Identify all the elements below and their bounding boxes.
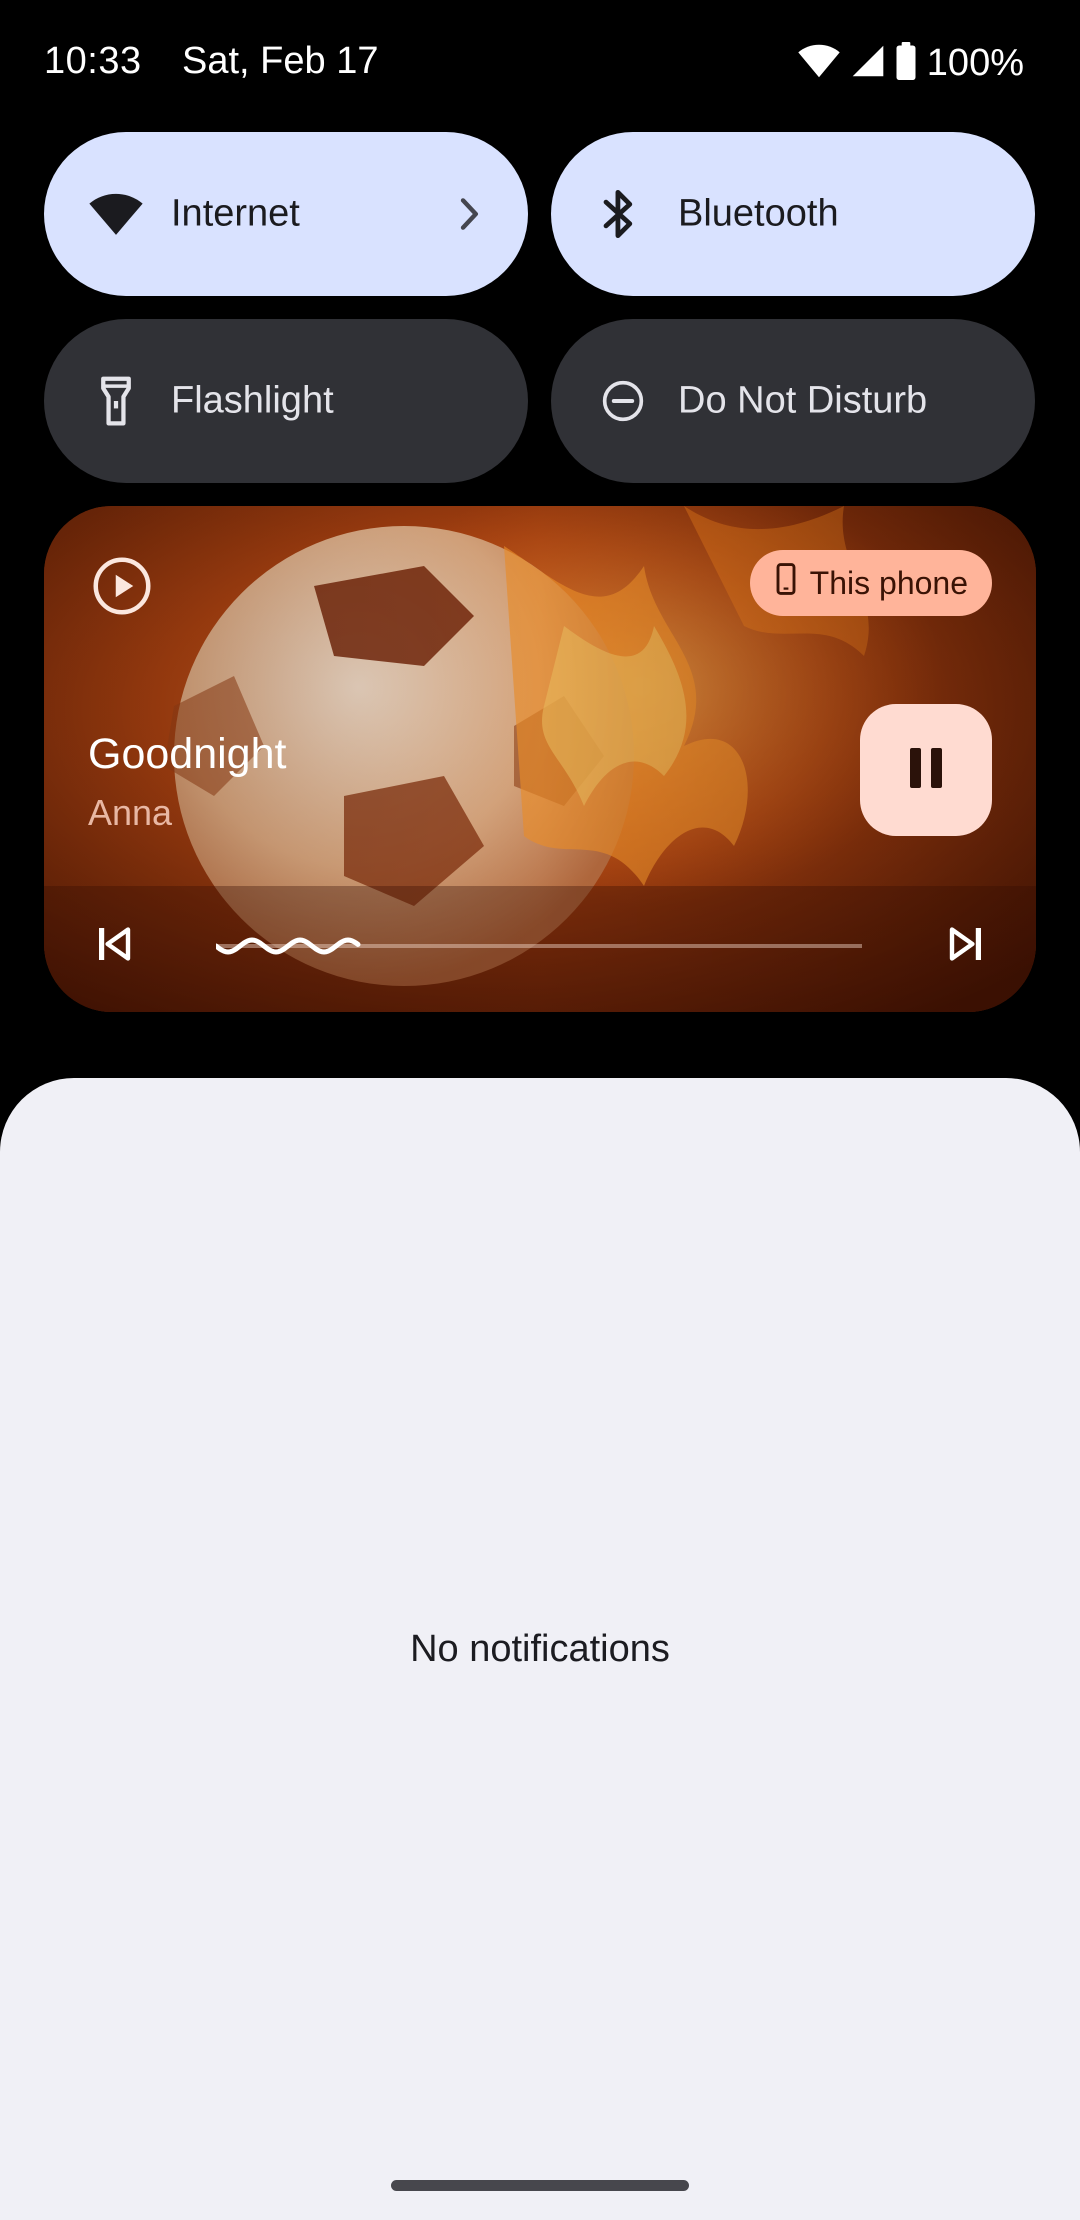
skip-previous-icon <box>94 924 134 969</box>
tile-flashlight-label: Flashlight <box>171 379 334 422</box>
do-not-disturb-icon <box>595 373 651 429</box>
chevron-right-icon <box>454 194 484 234</box>
seekbar[interactable] <box>216 926 862 966</box>
media-player-card[interactable]: This phone Goodnight Anna <box>44 506 1036 1012</box>
song-artist: Anna <box>88 792 173 833</box>
flashlight-icon <box>88 373 144 429</box>
tile-bluetooth[interactable]: Bluetooth <box>551 132 1035 296</box>
output-device-label: This phone <box>809 564 968 601</box>
play-circle-icon <box>92 556 152 616</box>
cell-signal-icon <box>851 44 885 83</box>
pause-button[interactable] <box>860 704 992 836</box>
tile-internet[interactable]: Internet <box>44 132 528 296</box>
tile-internet-label: Internet <box>171 192 300 235</box>
bluetooth-icon <box>591 186 647 242</box>
no-notifications-text: No notifications <box>410 1628 670 1670</box>
pause-icon <box>906 746 946 795</box>
next-track-button[interactable] <box>936 916 996 976</box>
tile-do-not-disturb-label: Do Not Disturb <box>678 379 928 422</box>
wifi-icon <box>797 43 841 84</box>
skip-next-icon <box>946 924 986 969</box>
song-title: Goodnight <box>88 730 287 778</box>
tile-bluetooth-label: Bluetooth <box>678 192 839 235</box>
tile-flashlight[interactable]: Flashlight <box>44 319 528 483</box>
previous-track-button[interactable] <box>84 916 144 976</box>
status-bar: 10:33 Sat, Feb 17 100% <box>0 0 1080 132</box>
wifi-icon <box>88 186 144 242</box>
battery-percentage: 100% <box>926 42 1024 84</box>
phone-icon <box>776 563 796 603</box>
status-icons: 100% <box>797 42 1024 85</box>
tile-do-not-disturb[interactable]: Do Not Disturb <box>551 319 1035 483</box>
status-date: Sat, Feb 17 <box>182 40 379 82</box>
status-time: 10:33 <box>44 40 142 82</box>
output-device-chip[interactable]: This phone <box>749 550 992 616</box>
home-gesture-bar[interactable] <box>391 2180 689 2191</box>
battery-icon <box>895 42 917 85</box>
